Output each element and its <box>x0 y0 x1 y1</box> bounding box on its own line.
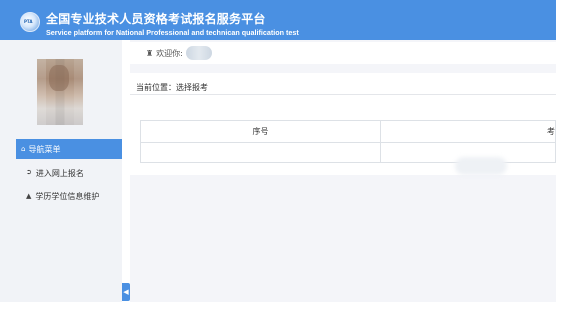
platform-title: 全国专业技术人员资格考试报名服务平台 <box>46 12 266 26</box>
sidebar-collapse-button[interactable]: ◀ <box>122 283 130 301</box>
divider <box>130 94 556 95</box>
home-icon: ⌂ <box>21 145 26 153</box>
sidebar-item-label: 学历学位信息维护 <box>35 192 100 201</box>
horizontal-scrollbar[interactable] <box>455 157 507 175</box>
breadcrumb: 当前位置：选择报考 <box>136 83 208 92</box>
sidebar-item-label: 进入网上报名 <box>35 169 84 178</box>
nav-menu-label: 导航菜单 <box>28 144 61 154</box>
column-header-index: 序号 <box>140 120 381 143</box>
table-header-row: 序号 考 <box>140 120 556 143</box>
username <box>185 46 212 60</box>
platform-subtitle: Service platform for National Profession… <box>46 28 299 37</box>
nav-menu-header[interactable]: ⌂ 导航菜单 <box>16 139 122 159</box>
sidebar-item-online-registration[interactable]: ➲ 进入网上报名 <box>26 168 84 179</box>
sidebar: ⌂ 导航菜单 ➲ 进入网上报名 ▲ 学历学位信息维护 <box>0 40 122 302</box>
user-avatar <box>37 59 83 125</box>
sidebar-item-education-info[interactable]: ▲ 学历学位信息维护 <box>26 191 116 202</box>
institution-icon: ♜ <box>146 48 154 58</box>
sign-in-icon: ➲ <box>26 168 32 176</box>
welcome-label: 欢迎你: <box>156 48 183 58</box>
graduation-cap-icon: ▲ <box>26 192 32 200</box>
welcome-bar: ♜ 欢迎你: <box>130 42 556 64</box>
app-header: PTA 全国专业技术人员资格考试报名服务平台 Service platform … <box>0 0 556 40</box>
column-header-exam: 考 <box>380 120 556 143</box>
table-cell <box>140 142 381 163</box>
platform-logo: PTA <box>20 12 40 32</box>
